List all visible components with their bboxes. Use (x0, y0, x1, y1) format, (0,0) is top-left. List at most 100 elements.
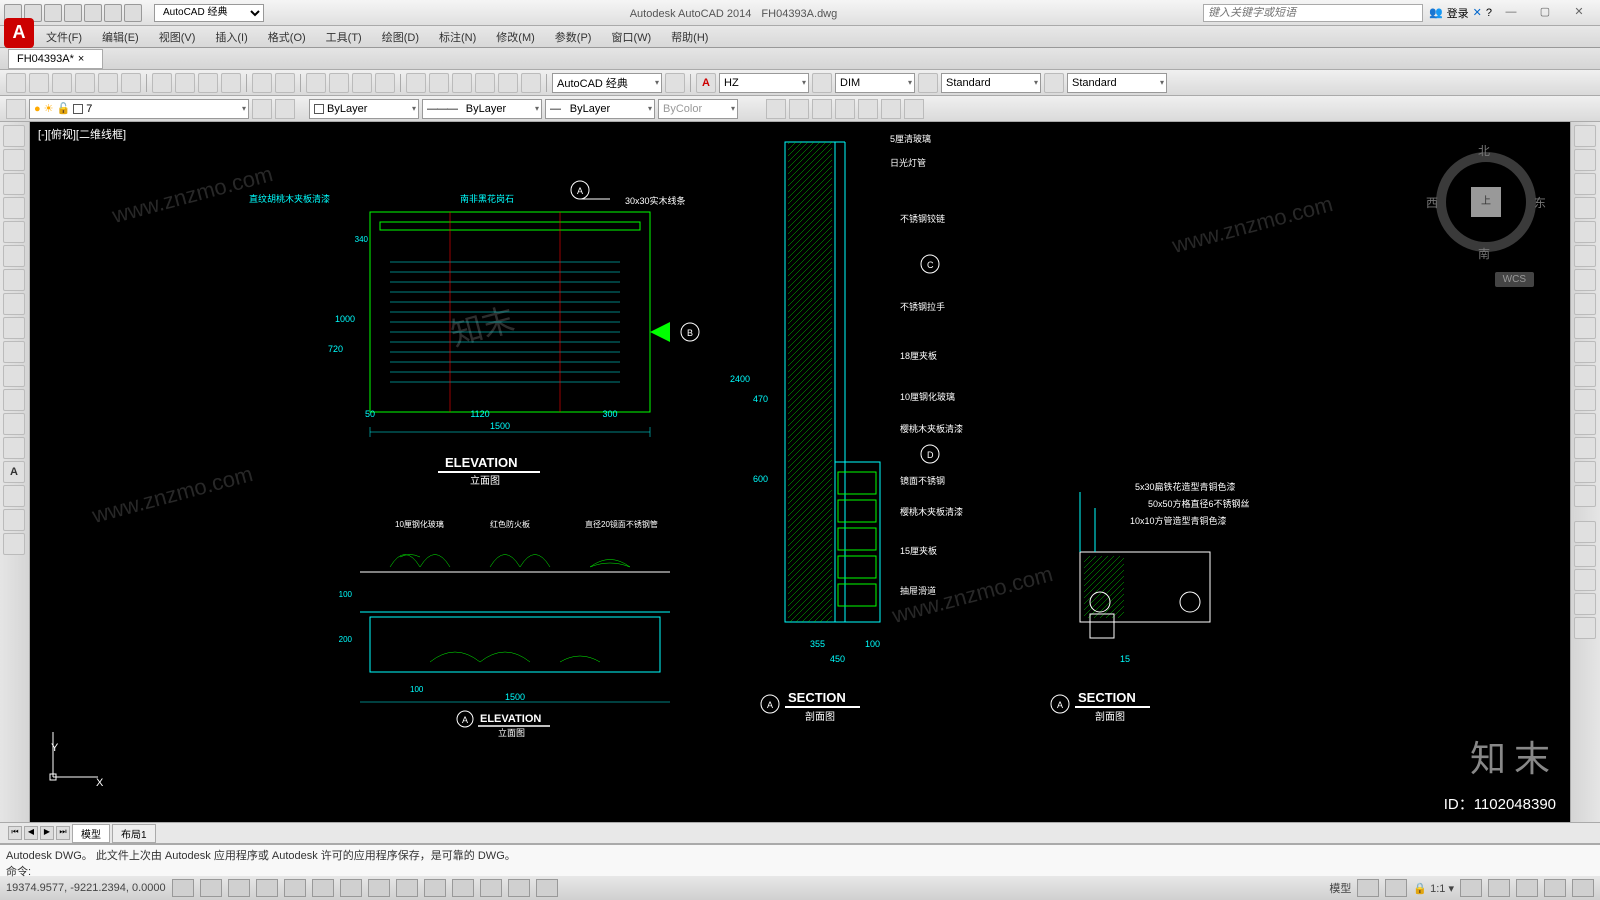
snap-toggle[interactable] (172, 879, 194, 897)
plotstyle-select[interactable]: ByColor (658, 99, 738, 119)
chamfer-icon[interactable] (1574, 437, 1596, 459)
move-icon[interactable] (1574, 245, 1596, 267)
dimang-icon[interactable] (1574, 569, 1596, 591)
dimstyle-icon[interactable] (812, 73, 832, 93)
menu-help[interactable]: 帮助(H) (661, 29, 718, 45)
zoomprev-icon[interactable] (375, 73, 395, 93)
menu-tools[interactable]: 工具(T) (316, 29, 372, 45)
mlstyle-icon[interactable] (1044, 73, 1064, 93)
tp-icon[interactable] (452, 73, 472, 93)
minimize-button[interactable]: — (1496, 3, 1526, 23)
sc-toggle[interactable] (508, 879, 530, 897)
trim-icon[interactable] (1574, 341, 1596, 363)
redo2-icon[interactable] (275, 73, 295, 93)
ucs2-icon[interactable] (789, 99, 809, 119)
break-icon[interactable] (1574, 389, 1596, 411)
workspace-select2[interactable]: AutoCAD 经典 (552, 73, 662, 93)
revcloud-icon[interactable] (3, 533, 25, 555)
menu-format[interactable]: 格式(O) (258, 29, 316, 45)
wcs-label[interactable]: WCS (1495, 272, 1534, 287)
offset-icon[interactable] (1574, 197, 1596, 219)
compass-e[interactable]: 东 (1534, 194, 1546, 211)
otrack-toggle[interactable] (340, 879, 362, 897)
anno-scale[interactable]: 🔒 1:1 ▾ (1413, 882, 1454, 895)
undo-icon[interactable] (104, 4, 122, 22)
extend-icon[interactable] (1574, 365, 1596, 387)
polar-toggle[interactable] (256, 879, 278, 897)
preview-icon[interactable] (98, 73, 118, 93)
array-icon[interactable] (1574, 221, 1596, 243)
ucs7-icon[interactable] (904, 99, 924, 119)
donut-icon[interactable] (3, 509, 25, 531)
zoom-icon[interactable] (329, 73, 349, 93)
menu-window[interactable]: 窗口(W) (601, 29, 661, 45)
view-cube[interactable]: 上 北 南 东 西 (1426, 142, 1546, 262)
osnap-toggle[interactable] (284, 879, 306, 897)
qvd-icon[interactable] (1385, 879, 1407, 897)
zoomwin-icon[interactable] (352, 73, 372, 93)
mirror-icon[interactable] (1574, 173, 1596, 195)
menu-draw[interactable]: 绘图(D) (372, 29, 429, 45)
hw-toggle[interactable] (1516, 879, 1538, 897)
app-menu-button[interactable]: A (4, 18, 34, 48)
tablestyle-icon[interactable] (918, 73, 938, 93)
infocenter-icon[interactable]: 👥 (1429, 6, 1443, 19)
layer-select[interactable]: ●☀🔓 7 (29, 99, 249, 119)
block-icon[interactable] (3, 365, 25, 387)
tab-last-icon[interactable]: ⏭ (56, 826, 70, 840)
props-icon[interactable] (406, 73, 426, 93)
textstyle-icon[interactable]: A (696, 73, 716, 93)
iso-toggle[interactable] (1544, 879, 1566, 897)
dimali-icon[interactable] (1574, 545, 1596, 567)
compass-n[interactable]: 北 (1478, 142, 1490, 159)
lineweight-select[interactable]: — ByLayer (545, 99, 655, 119)
3dosnap-toggle[interactable] (312, 879, 334, 897)
close-button[interactable]: ✕ (1564, 3, 1594, 23)
erase-icon[interactable] (1574, 125, 1596, 147)
undo2-icon[interactable] (252, 73, 272, 93)
ucs4-icon[interactable] (835, 99, 855, 119)
coords-display[interactable]: 19374.9577, -9221.2394, 0.0000 (6, 882, 166, 894)
point-icon[interactable] (3, 341, 25, 363)
rect-icon[interactable] (3, 221, 25, 243)
tablestyle-select[interactable]: Standard (941, 73, 1041, 93)
copy-icon[interactable] (175, 73, 195, 93)
textstyle-select[interactable]: HZ (719, 73, 809, 93)
saveas-icon[interactable] (64, 4, 82, 22)
save2-icon[interactable] (52, 73, 72, 93)
layerprev-icon[interactable] (275, 99, 295, 119)
compass-s[interactable]: 南 (1478, 245, 1490, 262)
clean-toggle[interactable] (1572, 879, 1594, 897)
match-icon[interactable] (221, 73, 241, 93)
menu-insert[interactable]: 插入(I) (205, 29, 257, 45)
tab-model[interactable]: 模型 (72, 824, 110, 843)
paste-icon[interactable] (198, 73, 218, 93)
hatch-icon[interactable] (3, 317, 25, 339)
menu-modify[interactable]: 修改(M) (486, 29, 545, 45)
dimdia-icon[interactable] (1574, 617, 1596, 639)
gradient-icon[interactable] (3, 485, 25, 507)
copy2-icon[interactable] (1574, 149, 1596, 171)
join-icon[interactable] (1574, 413, 1596, 435)
linetype-select[interactable]: ——— ByLayer (422, 99, 542, 119)
menu-param[interactable]: 参数(P) (545, 29, 602, 45)
layerman-icon[interactable] (6, 99, 26, 119)
ucs5-icon[interactable] (858, 99, 878, 119)
dimlin-icon[interactable] (1574, 521, 1596, 543)
mtext-icon[interactable]: A (3, 461, 25, 483)
mlstyle-select[interactable]: Standard (1067, 73, 1167, 93)
drawing-canvas[interactable]: [-][俯视][二维线框] www.znzmo.com www.znzmo.co… (30, 122, 1570, 822)
stretch-icon[interactable] (1574, 317, 1596, 339)
cut-icon[interactable] (152, 73, 172, 93)
tab-first-icon[interactable]: ⏮ (8, 826, 22, 840)
annov-toggle[interactable] (1460, 879, 1482, 897)
ws-gear-icon[interactable] (665, 73, 685, 93)
save-icon[interactable] (44, 4, 62, 22)
dyn-toggle[interactable] (396, 879, 418, 897)
ucs6-icon[interactable] (881, 99, 901, 119)
dimstyle-select[interactable]: DIM (835, 73, 915, 93)
menu-file[interactable]: 文件(F) (36, 29, 92, 45)
file-tab[interactable]: FH04393A* × (8, 49, 103, 69)
dimrad-icon[interactable] (1574, 593, 1596, 615)
publish-icon[interactable] (121, 73, 141, 93)
